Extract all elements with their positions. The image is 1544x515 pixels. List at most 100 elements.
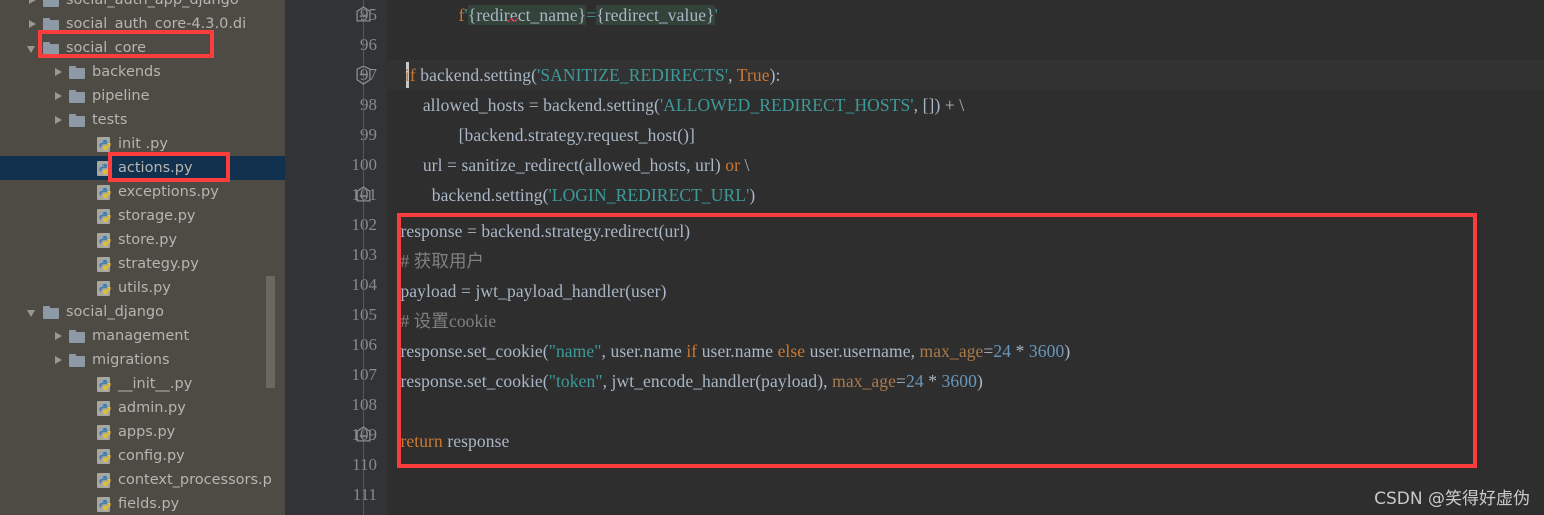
tree-item-social-core[interactable]: social_core (0, 36, 285, 60)
comment-get-user: # 获取用户 (400, 251, 485, 271)
no-chevron-icon (79, 498, 92, 511)
kw-if-2: if (686, 341, 698, 361)
num-24-1: 24 (993, 341, 1012, 361)
tree-item-label: social_core (66, 39, 146, 56)
tree-item-label: init .py (118, 135, 168, 152)
error-squiggle (507, 18, 518, 22)
code-line-99[interactable]: [backend.strategy.request_host()] (387, 120, 695, 150)
project-tree-panel[interactable]: social_auth_app_django social_auth_core-4… (0, 0, 285, 515)
code-line-97[interactable]: if backend.setting('SANITIZE_REDIRECTS',… (387, 60, 781, 90)
chevron-right-icon[interactable] (26, 0, 39, 7)
fold-marker-line-95[interactable] (355, 6, 372, 23)
line-number-111: 111 (352, 485, 377, 504)
code-editor[interactable]: 95 96 97 98 99 100 101 102 103 104 105 106 107 108 109… (285, 0, 1544, 515)
tree-item-init-py[interactable]: init .py (0, 132, 285, 156)
fold-marker-line-101[interactable] (355, 186, 372, 203)
tree-item-admin-py[interactable]: admin.py (0, 396, 285, 420)
line-number-99: 99 (360, 125, 377, 144)
tree-item-exceptions-py[interactable]: exceptions.py (0, 180, 285, 204)
code-line-105[interactable]: # 设置cookie (387, 306, 496, 336)
code-line-109[interactable]: return response (387, 426, 509, 456)
chevron-right-icon[interactable] (26, 18, 39, 31)
tree-item-backends[interactable]: backends (0, 60, 285, 84)
chevron-right-icon[interactable] (52, 354, 65, 367)
fold-marker-line-109[interactable] (355, 426, 372, 443)
tree-item-utils-py[interactable]: utils.py (0, 276, 285, 300)
comment-set-cookie: # 设置cookie (400, 311, 497, 331)
editor-gutter[interactable]: 95 96 97 98 99 100 101 102 103 104 105 106 107 108 109… (285, 0, 387, 515)
code-line-103[interactable]: # 获取用户 (387, 246, 484, 276)
code-line-102[interactable]: response = backend.strategy.redirect(url… (387, 216, 690, 246)
str-allowed-redirect-hosts: 'ALLOWED_REDIRECT_HOSTS' (659, 95, 914, 115)
python-file-icon (96, 184, 113, 201)
tree-item-label: migrations (92, 351, 170, 368)
no-chevron-icon (79, 450, 92, 463)
sidebar-scrollbar-track[interactable] (266, 0, 280, 515)
tree-item-management[interactable]: management (0, 324, 285, 348)
python-file-icon (96, 472, 113, 489)
folder-icon (69, 353, 86, 367)
tree-item-label: context_processors.p (118, 471, 272, 488)
chevron-right-icon[interactable] (52, 114, 65, 127)
tree-item-migrations[interactable]: migrations (0, 348, 285, 372)
call-backend-setting: backend.setting( (420, 65, 538, 85)
line-number-106: 106 (351, 335, 378, 354)
chevron-right-icon[interactable] (52, 66, 65, 79)
no-chevron-icon (79, 138, 92, 151)
tree-item-social-django[interactable]: social_django (0, 300, 285, 324)
kw-return: return (400, 431, 443, 451)
tree-item-config-py[interactable]: config.py (0, 444, 285, 468)
fold-marker-line-97[interactable] (355, 65, 372, 85)
folder-icon (43, 305, 60, 319)
tree-item-tests[interactable]: tests (0, 108, 285, 132)
python-file-icon (96, 256, 113, 273)
fstring-prefix: f (458, 5, 465, 25)
tree-item-label: actions.py (118, 159, 193, 176)
tree-item-fields-py[interactable]: fields.py (0, 492, 285, 515)
chevron-down-icon[interactable] (26, 42, 39, 55)
fstring-expr-redirect-value: {redirect_value} (596, 5, 715, 25)
tree-item-apps-py[interactable]: apps.py (0, 420, 285, 444)
sidebar-scrollbar-thumb[interactable] (266, 276, 275, 388)
tree-item-label: apps.py (118, 423, 176, 440)
kw-else: else (777, 341, 806, 361)
kwarg-max-age-2: max_age (832, 371, 897, 391)
folder-icon (69, 89, 86, 103)
code-line-95[interactable]: f'{redirect_name}={redirect_value}' (387, 0, 718, 30)
tree-item-context-processors-p[interactable]: context_processors.p (0, 468, 285, 492)
chevron-right-icon[interactable] (52, 330, 65, 343)
fstring-quote-close: ' (714, 5, 718, 25)
code-line-107[interactable]: response.set_cookie("token", jwt_encode_… (387, 366, 983, 396)
code-content[interactable]: f'{redirect_name}={redirect_value}' if b… (387, 0, 1544, 515)
code-line-101[interactable]: backend.setting('LOGIN_REDIRECT_URL') (387, 180, 755, 210)
kwarg-max-age-1: max_age (919, 341, 984, 361)
chevron-right-icon[interactable] (52, 90, 65, 103)
line-number-110: 110 (352, 455, 377, 474)
tree-item-storage-py[interactable]: storage.py (0, 204, 285, 228)
tree-item-strategy-py[interactable]: strategy.py (0, 252, 285, 276)
line-number-105: 105 (351, 305, 378, 324)
no-chevron-icon (79, 210, 92, 223)
code-line-100[interactable]: url = sanitize_redirect(allowed_hosts, u… (387, 150, 750, 180)
tree-item-store-py[interactable]: store.py (0, 228, 285, 252)
tree-item-actions-py[interactable]: actions.py (0, 156, 285, 180)
line-number-100: 100 (351, 155, 378, 174)
code-line-106[interactable]: response.set_cookie("name", user.name if… (387, 336, 1070, 366)
chevron-down-icon[interactable] (26, 306, 39, 319)
tree-item-social-auth-app-django[interactable]: social_auth_app_django (0, 0, 285, 12)
no-chevron-icon (79, 378, 92, 391)
tree-item-label: social_auth_app_django (66, 0, 239, 8)
code-line-104[interactable]: payload = jwt_payload_handler(user) (387, 276, 667, 306)
no-chevron-icon (79, 426, 92, 439)
num-3600-2: 3600 (941, 371, 977, 391)
tree-item--init-py[interactable]: __init__.py (0, 372, 285, 396)
tree-item-label: utils.py (118, 279, 171, 296)
folder-icon (43, 17, 60, 31)
code-line-98[interactable]: allowed_hosts = backend.setting('ALLOWED… (387, 90, 964, 120)
str-name: "name" (548, 341, 602, 361)
folder-icon (69, 113, 86, 127)
tree-item-label: __init__.py (118, 375, 193, 392)
tree-item-pipeline[interactable]: pipeline (0, 84, 285, 108)
expr-request-host: [backend.strategy.request_host()] (458, 125, 695, 145)
tree-item-social-auth-core-4-3-0-di[interactable]: social_auth_core-4.3.0.di (0, 12, 285, 36)
